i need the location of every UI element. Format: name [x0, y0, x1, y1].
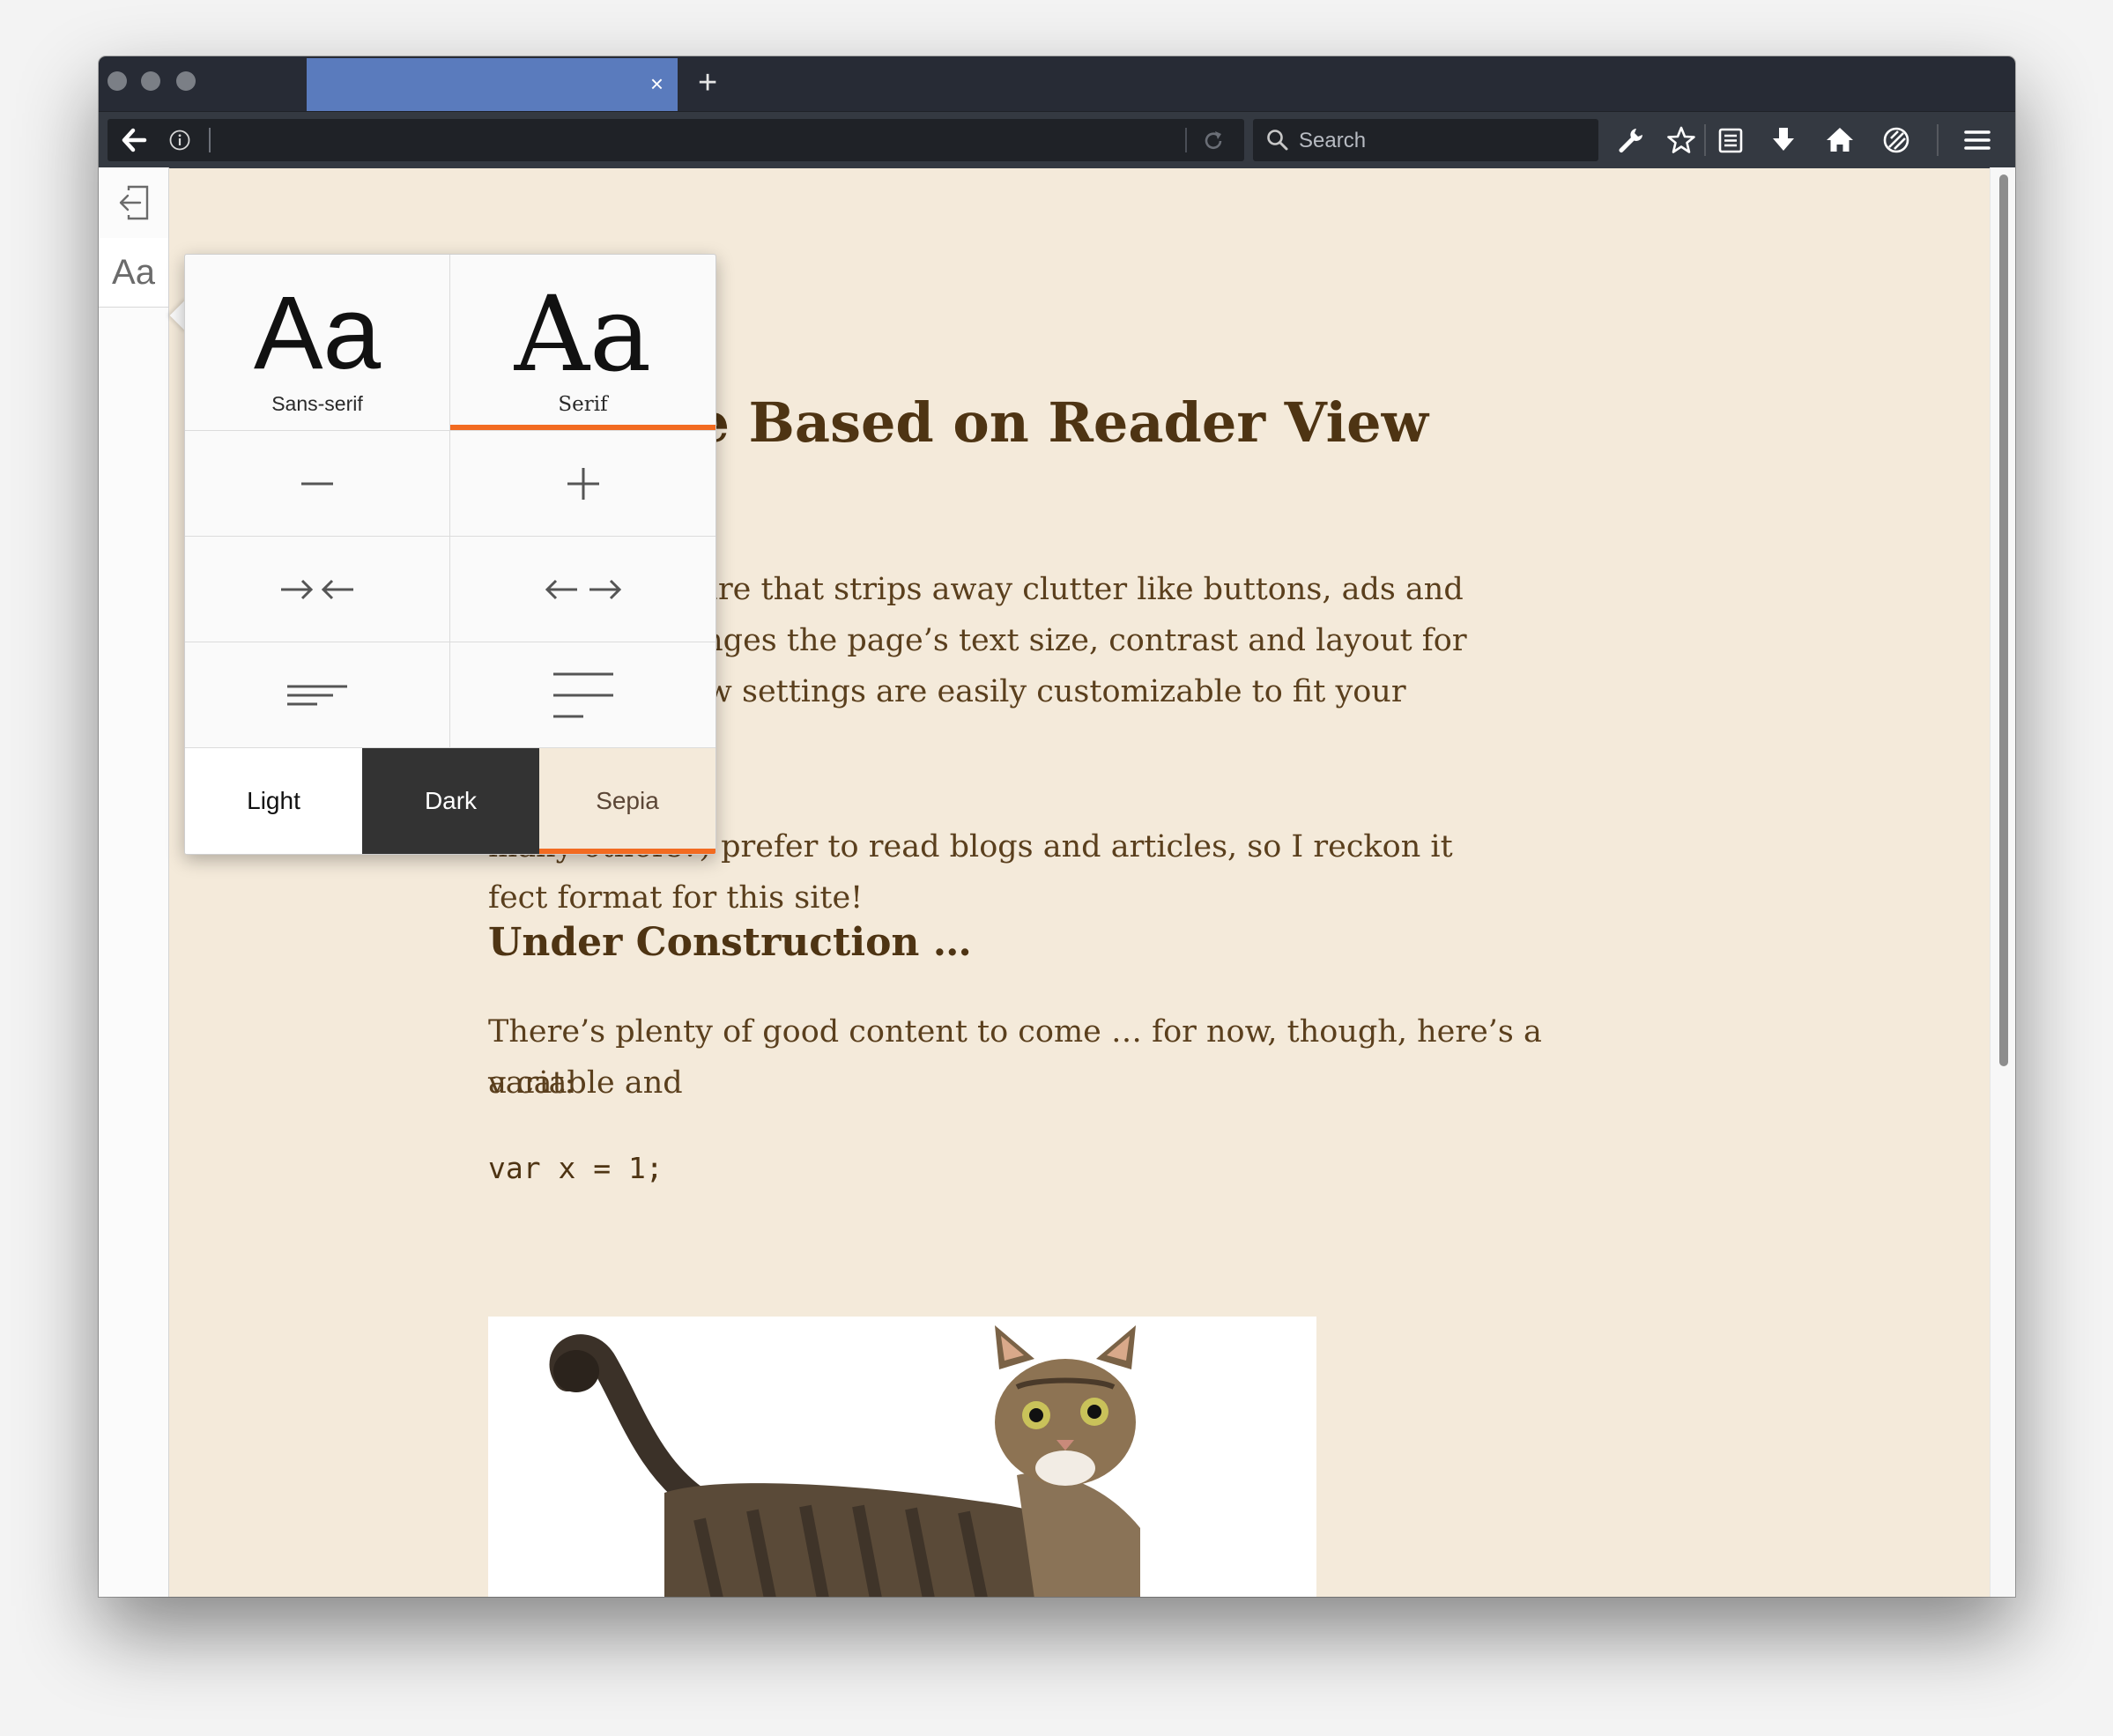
widen-width-icon	[545, 579, 621, 599]
hamburger-menu-icon[interactable]	[1961, 124, 1993, 156]
maximize-window-dot[interactable]	[176, 71, 196, 91]
serif-label: Serif	[558, 392, 608, 416]
tab-strip: × +	[99, 56, 2015, 111]
reader-toolbar: Aa	[99, 167, 169, 1597]
star-icon[interactable]	[1665, 124, 1697, 156]
browser-window: × + Search Aa Website Based on Reader Vi…	[99, 56, 2015, 1597]
wrench-icon[interactable]	[1614, 124, 1646, 156]
back-arrow-icon	[122, 128, 147, 152]
sepia-theme-label: Sepia	[596, 787, 659, 814]
increase-font-size-button[interactable]	[450, 431, 715, 537]
url-divider	[1185, 128, 1187, 152]
tight-line-height-icon	[287, 685, 347, 705]
close-reader-view-button[interactable]	[99, 167, 168, 239]
toolbar-separator	[1937, 124, 1939, 156]
sans-serif-font-option[interactable]: Aa Sans-serif	[185, 255, 450, 431]
decrease-font-size-button[interactable]	[185, 431, 450, 537]
download-icon[interactable]	[1768, 124, 1799, 156]
decrease-line-height-button[interactable]	[185, 642, 450, 748]
serif-sample: Aa	[514, 272, 652, 395]
tracking-protection-icon[interactable]	[1880, 124, 1912, 156]
decrease-content-width-button[interactable]	[185, 537, 450, 642]
toolbar-separator	[1704, 124, 1706, 156]
reload-icon[interactable]	[1200, 128, 1227, 154]
sans-serif-sample: Aa	[253, 275, 382, 391]
search-placeholder: Search	[1299, 129, 1367, 152]
reading-list-icon[interactable]	[1715, 124, 1746, 156]
exit-reader-icon	[119, 185, 148, 220]
minus-icon	[301, 482, 333, 485]
nav-toolbar: Search	[99, 111, 2015, 168]
dark-theme-button[interactable]: Dark	[362, 748, 539, 854]
back-button[interactable]	[108, 119, 160, 161]
increase-content-width-button[interactable]	[450, 537, 715, 642]
new-tab-button[interactable]: +	[698, 63, 717, 102]
serif-font-option[interactable]: Aa Serif	[450, 255, 715, 431]
code-block: var x = 1;	[488, 1151, 664, 1185]
url-text-cursor	[209, 128, 211, 152]
type-controls-popup: Aa Sans-serif Aa Serif Light Dark Sepia	[184, 254, 716, 855]
search-icon	[1267, 130, 1288, 151]
search-bar[interactable]: Search	[1253, 119, 1598, 161]
info-icon[interactable]	[169, 130, 190, 151]
selected-indicator	[539, 849, 715, 854]
type-controls-button[interactable]: Aa	[99, 238, 168, 308]
scrollbar-thumb[interactable]	[1999, 174, 2008, 1066]
sepia-theme-button[interactable]: Sepia	[539, 748, 715, 854]
light-theme-button[interactable]: Light	[185, 748, 362, 854]
tab-close-icon[interactable]: ×	[650, 71, 664, 96]
increase-line-height-button[interactable]	[450, 642, 715, 748]
url-bar[interactable]	[108, 119, 1244, 161]
close-window-dot[interactable]	[108, 71, 127, 91]
active-tab[interactable]: ×	[307, 58, 678, 111]
selected-indicator	[450, 425, 715, 430]
plus-icon	[567, 467, 599, 500]
cat-image	[488, 1317, 1316, 1597]
article-subheading: Under Construction …	[488, 920, 972, 965]
loose-line-height-icon	[552, 672, 613, 717]
narrow-width-icon	[281, 579, 353, 599]
home-icon[interactable]	[1824, 124, 1856, 156]
cat-illustration	[549, 1325, 1140, 1597]
vertical-scrollbar[interactable]	[1990, 167, 2015, 1597]
minimize-window-dot[interactable]	[141, 71, 160, 91]
article-paragraph-line: a cat:	[488, 1065, 575, 1101]
sans-serif-label: Sans-serif	[271, 392, 363, 415]
article-paragraph-line: fect format for this site!	[488, 880, 864, 916]
